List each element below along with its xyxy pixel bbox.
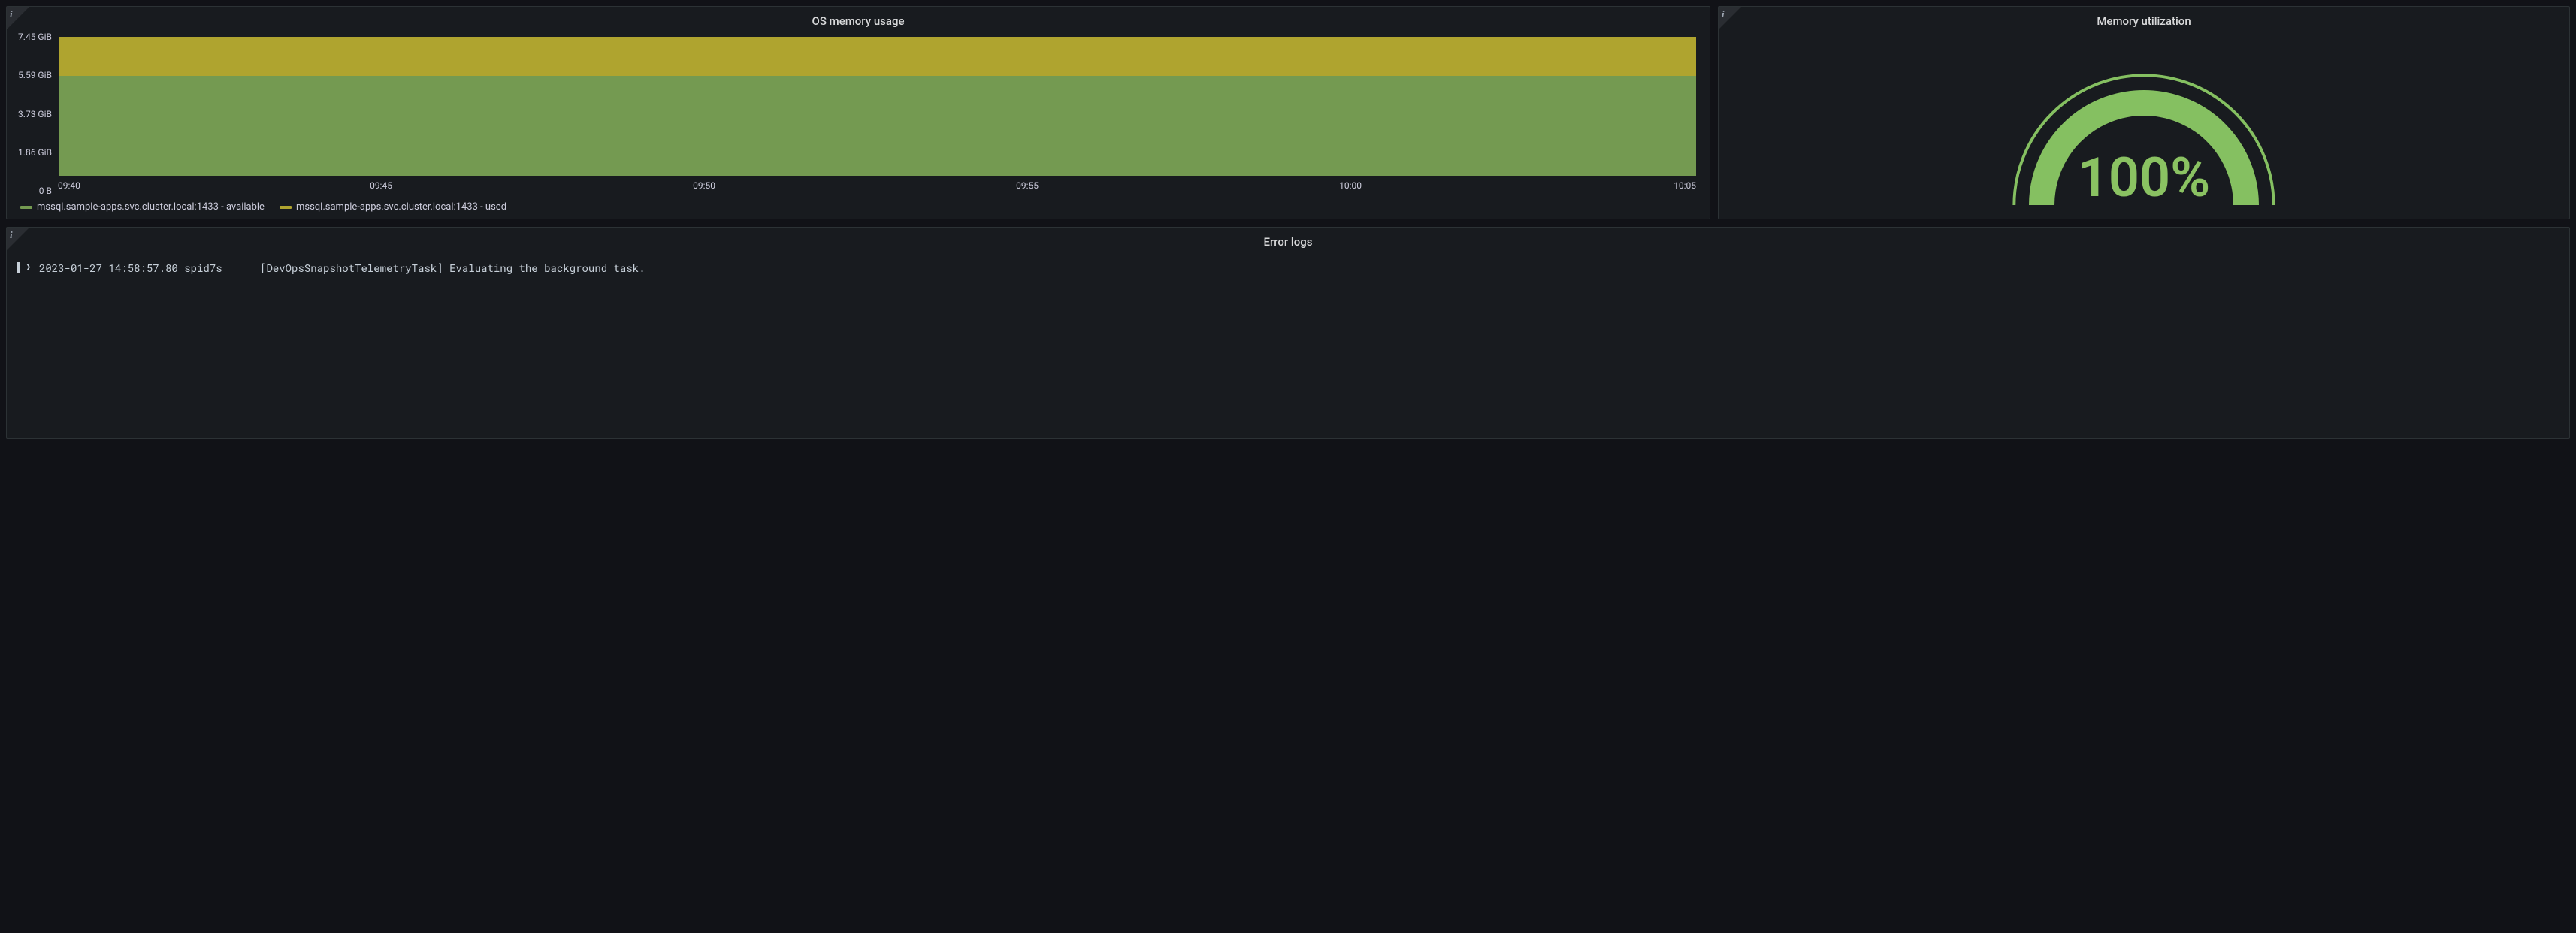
log-text: 2023-01-27 14:58:57.80 spid7s [DevOpsSna… bbox=[39, 261, 646, 275]
dashboard-root: i OS memory usage 7.45 GiB 5.59 GiB 3.73… bbox=[0, 0, 2576, 445]
info-icon: i bbox=[10, 8, 13, 20]
panel-title[interactable]: Memory utilization bbox=[1719, 7, 2569, 32]
x-tick: 09:45 bbox=[370, 180, 392, 191]
chart-x-axis: 09:40 09:45 09:50 09:55 10:00 10:05 bbox=[58, 176, 1696, 191]
x-tick: 10:00 bbox=[1339, 180, 1362, 191]
panel-info-corner[interactable]: i bbox=[7, 228, 29, 250]
chart-legend: mssql.sample-apps.svc.cluster.local:1433… bbox=[7, 197, 1710, 219]
panel-title[interactable]: OS memory usage bbox=[7, 7, 1710, 32]
panel-memory-utilization[interactable]: i Memory utilization 100% bbox=[1718, 6, 2570, 219]
chart-plot-area[interactable] bbox=[58, 37, 1696, 176]
legend-swatch bbox=[20, 206, 32, 209]
gauge-body: 100% bbox=[1719, 32, 2569, 219]
chart-series-available bbox=[59, 76, 1696, 176]
legend-item-used[interactable]: mssql.sample-apps.svc.cluster.local:1433… bbox=[280, 201, 506, 213]
panel-info-corner[interactable]: i bbox=[7, 7, 29, 29]
panel-title[interactable]: Error logs bbox=[7, 228, 2569, 253]
info-icon: i bbox=[10, 229, 13, 241]
legend-swatch bbox=[280, 206, 292, 209]
log-level-bar bbox=[17, 262, 20, 273]
legend-label: mssql.sample-apps.svc.cluster.local:1433… bbox=[296, 201, 506, 213]
log-line[interactable]: ❯ 2023-01-27 14:58:57.80 spid7s [DevOpsS… bbox=[17, 259, 2559, 276]
chevron-right-icon[interactable]: ❯ bbox=[26, 261, 33, 273]
x-tick: 09:50 bbox=[693, 180, 715, 191]
panel-info-corner[interactable]: i bbox=[1719, 7, 1741, 29]
legend-label: mssql.sample-apps.svc.cluster.local:1433… bbox=[37, 201, 265, 213]
x-tick: 09:40 bbox=[58, 180, 80, 191]
logs-body: ❯ 2023-01-27 14:58:57.80 spid7s [DevOpsS… bbox=[7, 253, 2569, 438]
chart-y-axis: 7.45 GiB 5.59 GiB 3.73 GiB 1.86 GiB 0 B bbox=[13, 37, 58, 191]
panel-error-logs[interactable]: i Error logs ❯ 2023-01-27 14:58:57.80 sp… bbox=[6, 227, 2570, 439]
x-tick: 10:05 bbox=[1673, 180, 1696, 191]
panel-os-memory-usage[interactable]: i OS memory usage 7.45 GiB 5.59 GiB 3.73… bbox=[6, 6, 1710, 219]
chart-body: 7.45 GiB 5.59 GiB 3.73 GiB 1.86 GiB 0 B … bbox=[7, 32, 1710, 197]
info-icon: i bbox=[1722, 8, 1725, 20]
plot-column: 09:40 09:45 09:50 09:55 10:00 10:05 bbox=[58, 37, 1696, 191]
x-tick: 09:55 bbox=[1016, 180, 1039, 191]
legend-item-available[interactable]: mssql.sample-apps.svc.cluster.local:1433… bbox=[20, 201, 265, 213]
gauge-wrap: 100% bbox=[2009, 32, 2279, 205]
gauge-value: 100% bbox=[2009, 151, 2279, 205]
